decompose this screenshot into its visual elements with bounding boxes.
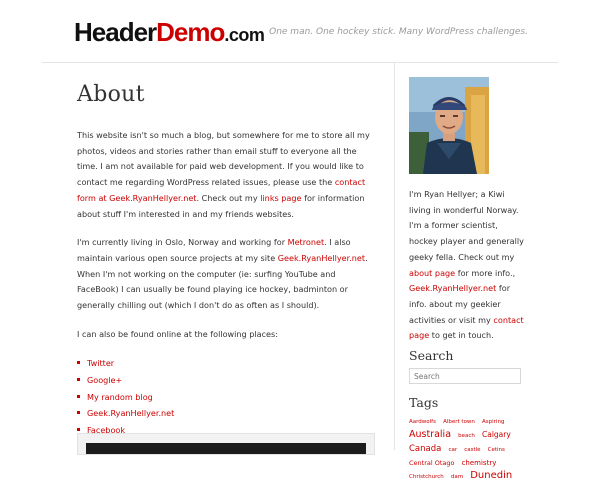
tag-link[interactable]: Cetins — [488, 447, 505, 453]
logo-part-demo: Demo — [156, 17, 225, 47]
main-content: About This website isn't so much a blog,… — [77, 80, 377, 438]
site-header: HeaderDemo.com One man. One hockey stick… — [0, 0, 600, 63]
tag-link[interactable]: car — [448, 447, 457, 453]
tag-link[interactable]: Calgary — [482, 430, 511, 439]
embedded-video[interactable] — [77, 433, 375, 455]
list-item: Google+ — [77, 372, 377, 389]
bio-text-4: to get in touch. — [429, 330, 494, 341]
video-frame[interactable] — [86, 443, 366, 454]
p1-text-2: . Check out my — [196, 192, 261, 203]
about-paragraph-3: I can also be found online at the follow… — [77, 328, 278, 339]
list-item: Twitter — [77, 355, 377, 372]
about-paragraph-2: I'm currently living in Oslo, Norway and… — [77, 235, 377, 314]
site-logo[interactable]: HeaderDemo.com — [74, 17, 265, 48]
list-item: My random blog — [77, 389, 377, 406]
tag-link[interactable]: Aspiring — [482, 419, 504, 425]
geek-ryanhellyer-link[interactable]: Geek.RyanHellyer.net — [87, 408, 174, 418]
bio-text-1: I'm Ryan Hellyer; a Kiwi living in wonde… — [409, 189, 524, 262]
geek-site-link[interactable]: Geek.RyanHellyer.net — [278, 253, 365, 263]
tag-link[interactable]: dam — [451, 474, 463, 480]
links-page-link[interactable]: links page — [260, 193, 301, 203]
p1-text-1: This website isn't so much a blog, but s… — [77, 130, 370, 188]
tag-link[interactable]: Central Otago — [409, 459, 454, 467]
tags-widget-title: Tags — [409, 395, 439, 410]
profile-photo — [409, 77, 489, 174]
tag-link[interactable]: Dunedin — [470, 470, 512, 481]
logo-part-com: .com — [224, 25, 265, 45]
tag-link[interactable]: castle — [464, 447, 480, 453]
geek-site-sidebar-link[interactable]: Geek.RyanHellyer.net — [409, 283, 496, 293]
online-links-list: Twitter Google+ My random blog Geek.Ryan… — [77, 355, 377, 438]
author-bio: I'm Ryan Hellyer; a Kiwi living in wonde… — [409, 187, 527, 344]
tag-link[interactable]: Australia — [409, 429, 451, 440]
tag-link[interactable]: Christchurch — [409, 474, 444, 480]
header-divider — [42, 62, 558, 63]
about-paragraph-1: This website isn't so much a blog, but s… — [77, 128, 377, 222]
twitter-link[interactable]: Twitter — [87, 358, 114, 368]
tag-cloud: Aardwolfs Albert town Aspiring Australia… — [409, 413, 527, 482]
search-input[interactable] — [409, 368, 521, 384]
tag-link[interactable]: Canada — [409, 444, 441, 454]
sidebar: I'm Ryan Hellyer; a Kiwi living in wonde… — [409, 77, 529, 481]
google-plus-link[interactable]: Google+ — [87, 375, 122, 385]
tag-link[interactable]: chemistry — [462, 459, 497, 467]
site-tagline: One man. One hockey stick. Many WordPres… — [269, 27, 528, 37]
tag-link[interactable]: Aardwolfs — [409, 419, 436, 425]
sidebar-divider — [394, 62, 395, 450]
profile-photo-image — [409, 77, 489, 174]
tag-link[interactable]: beach — [458, 433, 475, 439]
about-page-link[interactable]: about page — [409, 268, 455, 278]
search-widget-title: Search — [409, 348, 454, 363]
page-title: About — [77, 82, 145, 107]
logo-part-header: Header — [74, 17, 157, 47]
tag-link[interactable]: Albert town — [443, 419, 475, 425]
p2-text-1: I'm currently living in Oslo, Norway and… — [77, 237, 288, 248]
list-item: Geek.RyanHellyer.net — [77, 405, 377, 422]
bio-text-2: for more info., — [455, 267, 516, 278]
random-blog-link[interactable]: My random blog — [87, 392, 153, 402]
metronet-link[interactable]: Metronet — [288, 237, 325, 247]
